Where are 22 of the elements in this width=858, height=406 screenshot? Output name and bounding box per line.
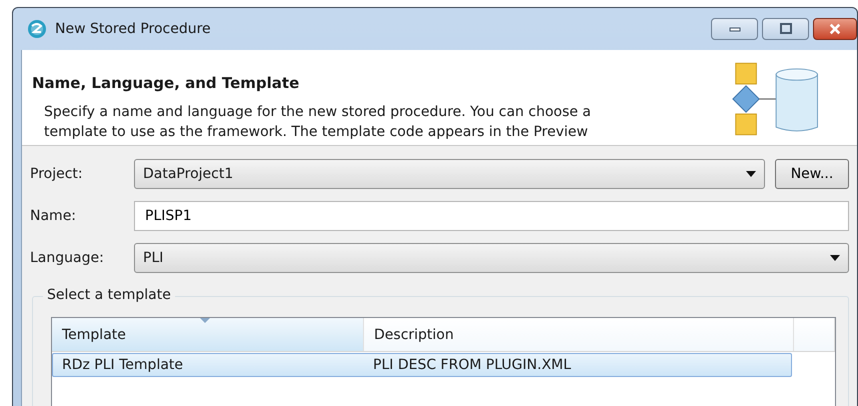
page-title: Name, Language, and Template: [32, 74, 300, 92]
name-field[interactable]: PLISP1: [134, 201, 849, 231]
caret-icon: [830, 255, 840, 261]
page-description: Specify a name and language for the new stored procedure. You can choose a template to use as the framework. The template code appears in the Preview: [44, 103, 592, 142]
group-title: Select a template: [43, 287, 175, 303]
table-row[interactable]: RDz PLI Template PLI DESC FROM PLUGIN.XML: [52, 353, 792, 377]
project-dropdown[interactable]: DataProject1: [134, 159, 765, 189]
close-button[interactable]: [813, 18, 857, 40]
new-button[interactable]: New...: [775, 159, 849, 189]
table-cell-text: RDz PLI Template: [61, 356, 184, 375]
minimize-button[interactable]: [711, 18, 758, 40]
table-cell-text: PLI DESC FROM PLUGIN.XML: [372, 356, 572, 375]
project-label: Project:: [30, 166, 84, 182]
window-title: New Stored Procedure: [55, 21, 211, 37]
caret-icon: [746, 171, 756, 177]
app-icon: [27, 19, 47, 39]
column-header[interactable]: Description: [364, 318, 794, 351]
name-label: Name:: [30, 208, 78, 224]
maximize-button[interactable]: [762, 18, 809, 40]
language-dropdown[interactable]: PLI: [134, 243, 849, 273]
column-header[interactable]: Template: [52, 318, 364, 351]
language-label: Language:: [30, 250, 105, 266]
